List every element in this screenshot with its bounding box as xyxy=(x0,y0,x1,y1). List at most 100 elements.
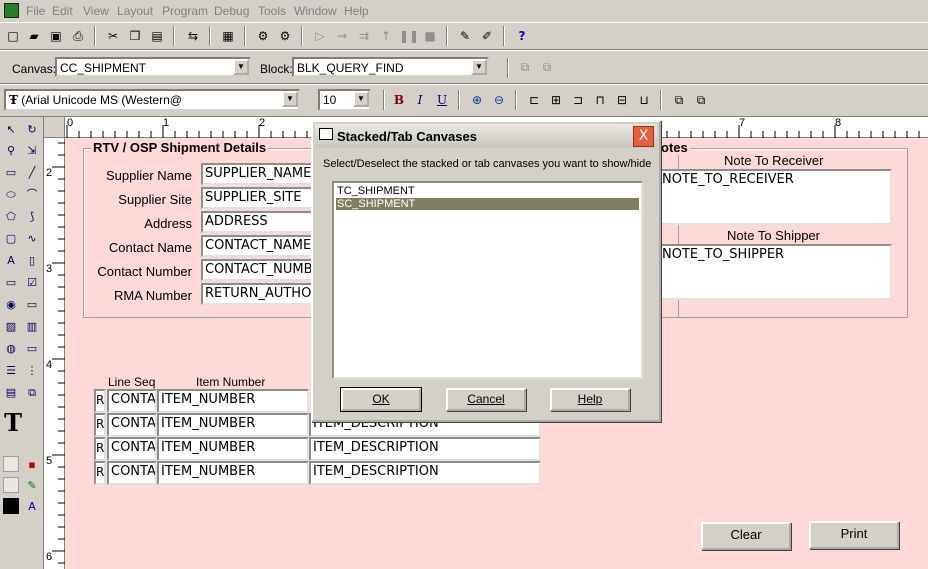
line-seq-field[interactable]: CONTA xyxy=(107,389,157,413)
rounded-rect-icon[interactable]: ▢ xyxy=(2,230,20,248)
ole-icon[interactable]: ◍ xyxy=(2,340,20,358)
contact-name-field[interactable]: CONTACT_NAME xyxy=(201,235,313,257)
print-icon[interactable]: ⎙ xyxy=(69,27,87,45)
note-to-receiver-field[interactable]: NOTE_TO_RECEIVER xyxy=(658,169,892,225)
stop-icon[interactable]: ■ xyxy=(421,27,439,45)
run-web-icon[interactable]: ⚙ xyxy=(276,27,294,45)
menu-file[interactable]: File xyxy=(26,4,45,18)
line-seq-field[interactable]: CONTA xyxy=(107,461,157,485)
cancel-button[interactable]: Cancel xyxy=(446,388,526,411)
paste-icon[interactable]: ▤ xyxy=(148,27,166,45)
polygon-icon[interactable]: ⬠ xyxy=(2,208,20,226)
menu-edit[interactable]: Edit xyxy=(52,4,73,18)
copy-icon[interactable]: ❐ xyxy=(126,27,144,45)
close-icon[interactable]: X xyxy=(633,126,654,147)
ellipse-icon[interactable]: ⬭ xyxy=(2,186,20,204)
clear-button[interactable]: Clear xyxy=(701,522,791,550)
record-indicator[interactable]: R xyxy=(94,461,106,485)
print-button[interactable]: Print xyxy=(809,521,899,549)
line-seq-field[interactable]: CONTA xyxy=(107,437,157,461)
align-left-icon[interactable]: ⊏ xyxy=(525,91,543,109)
ok-button[interactable]: OK xyxy=(340,387,422,412)
list-item[interactable]: TC_SHIPMENT xyxy=(336,185,639,197)
chevron-down-icon[interactable]: ▼ xyxy=(353,91,369,107)
item-number-field[interactable]: ITEM_NUMBER xyxy=(157,389,309,413)
chevron-down-icon[interactable]: ▼ xyxy=(233,59,249,75)
tree-icon[interactable]: ⋮ xyxy=(23,362,41,380)
compile-icon[interactable]: ⇆ xyxy=(184,27,202,45)
rectangle-icon[interactable]: ▭ xyxy=(2,164,20,182)
step-over-icon[interactable]: ⇉ xyxy=(355,27,373,45)
text-style-icon[interactable]: T xyxy=(4,411,22,435)
align-right-icon[interactable]: ⊐ xyxy=(569,91,587,109)
wizard-icon[interactable]: ✎ xyxy=(456,27,474,45)
cut-icon[interactable]: ✂ xyxy=(104,27,122,45)
block-action-2-icon[interactable]: ⧉ xyxy=(538,58,556,76)
tab-canvas-icon[interactable]: ▤ xyxy=(2,384,20,402)
font-size-select[interactable]: 10 ▼ xyxy=(318,89,371,111)
list-item-selected[interactable]: SC_SHIPMENT xyxy=(336,198,639,210)
note-to-shipper-field[interactable]: NOTE_TO_SHIPPER xyxy=(658,244,892,300)
text-tool-icon[interactable]: A xyxy=(2,252,20,270)
text-color-icon[interactable]: A xyxy=(23,498,41,516)
align-center-icon[interactable]: ⊞ xyxy=(547,91,565,109)
reshape-icon[interactable]: ⇲ xyxy=(23,142,41,160)
layout-wizard-icon[interactable]: ✐ xyxy=(478,27,496,45)
align-top-icon[interactable]: ⊓ xyxy=(591,91,609,109)
save-icon[interactable]: ▣ xyxy=(47,27,65,45)
block-select[interactable]: BLK_QUERY_FIND ▼ xyxy=(292,57,489,77)
item-number-field[interactable]: ITEM_NUMBER xyxy=(157,461,309,485)
supplier-site-field[interactable]: SUPPLIER_SITE xyxy=(201,187,313,209)
stacked-canvas-icon[interactable]: ⧉ xyxy=(23,384,41,402)
fill-color-swatch[interactable] xyxy=(3,456,19,472)
record-indicator[interactable]: R xyxy=(94,389,106,413)
text-color-swatch[interactable] xyxy=(3,498,19,514)
radio-icon[interactable]: ◉ xyxy=(2,296,20,314)
bold-button[interactable]: B xyxy=(390,91,408,109)
align-middle-icon[interactable]: ⊟ xyxy=(613,91,631,109)
line-color-swatch[interactable] xyxy=(3,477,19,493)
text-item-icon[interactable]: ▭ xyxy=(23,296,41,314)
chart-icon[interactable]: ▥ xyxy=(23,318,41,336)
run-debug-icon[interactable]: ⚙ xyxy=(254,27,272,45)
address-field[interactable]: ADDRESS xyxy=(201,211,313,233)
item-number-field[interactable]: ITEM_NUMBER xyxy=(157,413,309,437)
arc-icon[interactable]: ⌒ xyxy=(23,186,41,204)
underline-button[interactable]: U xyxy=(433,91,451,109)
line-icon[interactable]: ╱ xyxy=(23,164,41,182)
block-action-icon[interactable]: ⧉ xyxy=(516,58,534,76)
menu-layout[interactable]: Layout xyxy=(117,4,153,18)
step-into-icon[interactable]: → xyxy=(333,27,351,45)
help-icon[interactable]: ? xyxy=(513,27,531,45)
menu-view[interactable]: View xyxy=(83,4,109,18)
select-icon[interactable]: ↖ xyxy=(2,121,20,139)
chevron-down-icon[interactable]: ▼ xyxy=(282,91,298,107)
new-icon[interactable]: □ xyxy=(4,27,22,45)
go-icon[interactable]: ▷ xyxy=(311,27,329,45)
magnify-icon[interactable]: ⚲ xyxy=(2,142,20,160)
help-button[interactable]: Help xyxy=(550,388,630,411)
line-seq-field[interactable]: CONTA xyxy=(107,413,157,437)
rotate-icon[interactable]: ↻ xyxy=(23,121,41,139)
dialog-title-bar[interactable]: Stacked/Tab Canvases X xyxy=(315,124,657,148)
checkbox-icon[interactable]: ☑ xyxy=(23,274,41,292)
italic-button[interactable]: I xyxy=(411,91,429,109)
fill-color-icon[interactable]: ▪ xyxy=(23,456,41,474)
menu-program[interactable]: Program xyxy=(162,4,208,18)
frame-icon[interactable]: ▯ xyxy=(23,252,41,270)
record-indicator[interactable]: R xyxy=(94,413,106,437)
pause-icon[interactable]: ❚❚ xyxy=(399,27,419,45)
supplier-name-field[interactable]: SUPPLIER_NAME xyxy=(201,163,313,185)
open-icon[interactable]: ▰ xyxy=(25,27,43,45)
image-icon[interactable]: ▨ xyxy=(2,318,20,336)
bring-to-front-icon[interactable]: ⧉ xyxy=(670,91,688,109)
button-tool-icon[interactable]: ▭ xyxy=(2,274,20,292)
send-to-back-icon[interactable]: ⧉ xyxy=(692,91,710,109)
menu-debug[interactable]: Debug xyxy=(214,4,249,18)
zoom-out-icon[interactable]: ⊖ xyxy=(490,91,508,109)
list-item-icon[interactable]: ☰ xyxy=(2,362,20,380)
font-select[interactable]: Ŧ (Arial Unicode MS (Western@ ▼ xyxy=(4,89,300,111)
step-out-icon[interactable]: ↑ xyxy=(377,27,395,45)
contact-number-field[interactable]: CONTACT_NUMB xyxy=(201,259,313,281)
menu-window[interactable]: Window xyxy=(294,4,337,18)
